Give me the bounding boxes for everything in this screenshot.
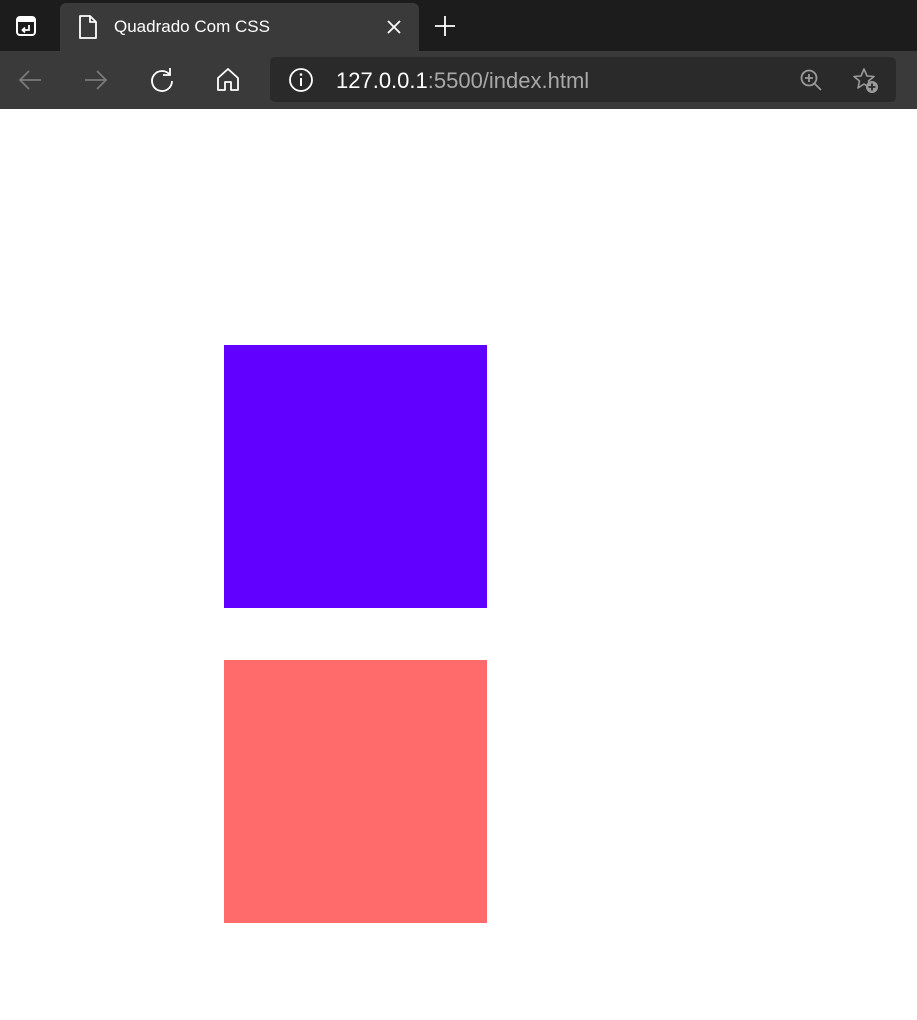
page-viewport: [0, 109, 917, 1020]
active-tab[interactable]: Quadrado Com CSS: [60, 3, 419, 51]
info-icon: [289, 68, 313, 92]
url-path: :5500/index.html: [427, 68, 590, 93]
reload-button[interactable]: [145, 63, 179, 97]
tab-actions-icon: [16, 15, 36, 36]
url-text[interactable]: 127.0.0.1:5500/index.html: [336, 68, 589, 94]
site-info-button[interactable]: [288, 67, 314, 93]
plus-icon: [435, 16, 455, 36]
coral-square: [224, 660, 487, 923]
add-favorite-button[interactable]: [852, 67, 880, 95]
home-button[interactable]: [211, 63, 245, 97]
favorite-add-icon: [853, 68, 878, 93]
close-icon: [387, 20, 401, 34]
browser-toolbar: 127.0.0.1:5500/index.html: [0, 51, 917, 109]
page-icon: [79, 15, 97, 39]
url-host: 127.0.0.1: [336, 68, 428, 93]
tab-title: Quadrado Com CSS: [114, 17, 270, 36]
tab-strip: Quadrado Com CSS: [0, 0, 917, 51]
forward-button[interactable]: [79, 63, 113, 97]
tab-actions-button[interactable]: [0, 0, 52, 51]
back-button[interactable]: [13, 63, 47, 97]
tab-close-button[interactable]: [384, 17, 404, 37]
zoom-icon: [800, 69, 822, 91]
forward-arrow-icon: [85, 70, 108, 90]
purple-square: [224, 345, 487, 608]
zoom-button[interactable]: [798, 67, 824, 93]
home-icon: [217, 68, 239, 91]
address-bar[interactable]: 127.0.0.1:5500/index.html: [270, 57, 896, 102]
new-tab-button[interactable]: [432, 13, 458, 39]
back-arrow-icon: [18, 70, 41, 90]
reload-icon: [151, 68, 173, 92]
